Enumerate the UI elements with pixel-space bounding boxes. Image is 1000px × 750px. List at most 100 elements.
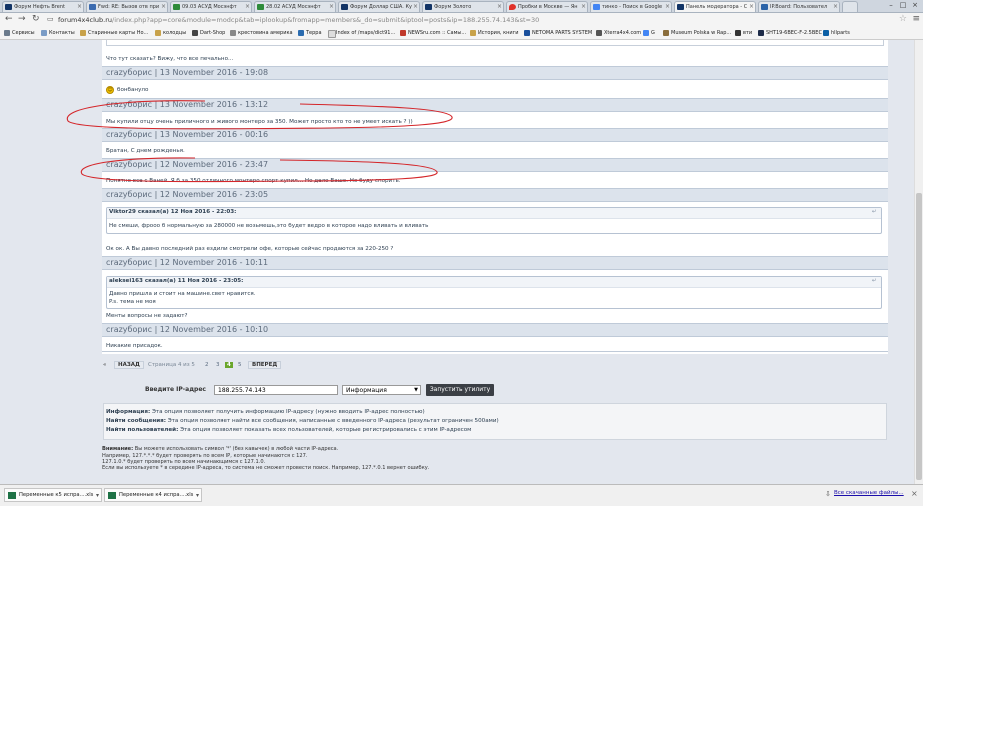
apps-icon — [4, 30, 10, 36]
tab-7[interactable]: Пробки в Москве — Ян × — [506, 1, 588, 12]
bookmark-item[interactable]: вти — [735, 29, 752, 38]
chevron-down-icon[interactable]: ▾ — [96, 489, 99, 501]
first-page-link[interactable]: « — [103, 361, 106, 370]
bookmark-item[interactable]: История, книги — [470, 29, 519, 38]
tab-9-active[interactable]: Панель модератора - С × — [674, 1, 756, 12]
download-item[interactable]: Переменные к4 испра....xls ▾ — [104, 488, 202, 502]
tool-select[interactable]: Информация ▼ — [342, 385, 421, 395]
excel-icon — [257, 4, 264, 10]
scrollbar-thumb[interactable] — [916, 193, 922, 480]
bookmark-item[interactable]: Xterra4x4.com — [596, 29, 641, 38]
address-bar[interactable]: forum4x4club.ru/index.php?app=core&modul… — [58, 15, 908, 25]
site-icon — [663, 30, 669, 36]
mail-icon — [89, 4, 96, 10]
ip-input[interactable] — [214, 385, 338, 395]
tab-3[interactable]: 09.03 АСУД Мосэнфт × — [170, 1, 252, 12]
toolbar: ← → ↻ ▭ forum4x4club.ru/index.php?app=co… — [0, 13, 923, 29]
bookmark-item[interactable]: NETOMA PARTS SYSTEM — [524, 29, 592, 38]
info-line: Найти сообщения: Эта опция позволяет най… — [106, 418, 499, 424]
menu-icon[interactable]: ≡ — [912, 14, 920, 24]
google-icon — [593, 4, 600, 10]
site-icon — [735, 30, 741, 36]
forward-icon[interactable]: → — [18, 14, 26, 24]
page-link[interactable]: 5 — [238, 361, 242, 370]
close-icon[interactable]: × — [413, 2, 418, 12]
ipboard-icon — [761, 4, 768, 10]
note-line: Если вы используете * в середине IP-адре… — [102, 465, 430, 471]
bookmark-item[interactable]: Dart-Shop — [192, 29, 225, 38]
ip-label: Введите IP-адрес — [145, 386, 206, 393]
google-icon — [643, 30, 649, 36]
next-page-button: ВПЕРЕД — [248, 361, 282, 370]
post-header: crazyборис | 13 November 2016 - 13:12 — [102, 98, 888, 112]
site-icon — [758, 30, 764, 36]
bookmarks-bar: Сервисы Контакты Старинные карты Но... к… — [0, 28, 923, 40]
forum-icon — [425, 4, 432, 10]
page-link[interactable]: 2 — [205, 361, 209, 370]
browser-window: Форум Нефть Brent × Fwd: RE: Вызов отв пр… — [0, 0, 923, 506]
close-icon[interactable]: × — [161, 2, 166, 12]
quote-box — [106, 40, 884, 46]
folder-icon — [80, 30, 86, 36]
quote-text: Не смеши, фрооо б нормальную за 280000 н… — [109, 223, 429, 229]
post-header: crazyборис | 12 November 2016 - 10:10 — [102, 323, 888, 337]
post-text: Понятно все с Ваней. Я б за 350 отличног… — [106, 178, 401, 184]
tab-8[interactable]: тинко - Поиск в Google × — [590, 1, 672, 12]
close-icon[interactable]: × — [77, 2, 82, 12]
close-icon[interactable]: × — [833, 2, 838, 12]
bookmark-item[interactable]: Старинные карты Но... — [80, 29, 148, 38]
bookmark-item[interactable]: SHT19-6BEC-F-2.5BEC — [758, 29, 822, 38]
close-icon[interactable]: × — [329, 2, 334, 12]
new-tab-button[interactable] — [842, 1, 858, 12]
tab-4[interactable]: 28.02 АСУД Мосэнфт × — [254, 1, 336, 12]
tab-6[interactable]: Форум Золото × — [422, 1, 504, 12]
tab-strip: Форум Нефть Brent × Fwd: RE: Вызов отв пр… — [0, 0, 923, 13]
close-icon[interactable]: × — [665, 2, 670, 12]
site-icon — [298, 30, 304, 36]
bookmark-item[interactable]: Терра — [298, 29, 322, 38]
show-all-downloads-link[interactable]: Все скачанные файлы... — [834, 490, 904, 496]
close-window-icon[interactable]: × — [910, 1, 920, 9]
prev-page-button: НАЗАД — [114, 361, 144, 370]
forum-icon — [341, 4, 348, 10]
tab-10[interactable]: IP.Board: Пользовател × — [758, 1, 840, 12]
post-text: Никакие присадок. — [106, 343, 163, 349]
info-line: Информация: Эта опция позволяет получить… — [106, 409, 425, 415]
bookmark-item[interactable]: hllparts — [823, 29, 850, 38]
download-item[interactable]: Переменные к5 испра....xls ▾ — [4, 488, 102, 502]
post-text: бонбануло — [117, 87, 149, 93]
tab-2[interactable]: Fwd: RE: Вызов отв при × — [86, 1, 168, 12]
quote-link-icon[interactable]: ↵ — [872, 209, 877, 215]
bookmark-item[interactable]: Сервисы — [4, 29, 35, 38]
bookmark-item[interactable]: крестовина америка — [230, 29, 293, 38]
bookmark-item[interactable]: Контакты — [41, 29, 75, 38]
close-icon[interactable]: × — [497, 2, 502, 12]
page-icon: ▭ — [47, 15, 54, 23]
close-icon[interactable]: × — [245, 2, 250, 12]
reload-icon[interactable]: ↻ — [32, 14, 40, 24]
bookmark-star-icon[interactable]: ☆ — [899, 14, 907, 24]
back-icon[interactable]: ← — [5, 14, 13, 24]
bookmark-item[interactable]: Index of /maps/dict91... — [328, 29, 395, 38]
bookmark-item[interactable]: Museum Polska w Rap... — [663, 29, 731, 38]
forum-icon — [677, 4, 684, 10]
bookmark-item[interactable]: G — [643, 29, 655, 38]
smiley-icon: ☺ — [106, 86, 114, 94]
maximize-icon[interactable]: □ — [898, 1, 908, 9]
close-icon[interactable]: × — [581, 2, 586, 12]
chevron-down-icon[interactable]: ▾ — [196, 489, 199, 501]
bookmark-item[interactable]: NEWSru.com :: Самы... — [400, 29, 466, 38]
tab-5[interactable]: Форум Доллар США. Ку × — [338, 1, 420, 12]
run-tool-button[interactable]: Запустить утилиту — [426, 384, 494, 396]
bookmark-item[interactable]: колодцы — [155, 29, 186, 38]
quote-link-icon[interactable]: ↵ — [872, 278, 877, 284]
current-page: 4 — [225, 362, 233, 368]
close-icon[interactable]: × — [911, 489, 918, 498]
minimize-icon[interactable]: – — [886, 1, 896, 9]
note-line: Внимание: Вы можете использовать символ … — [102, 446, 339, 452]
tab-1[interactable]: Форум Нефть Brent × — [2, 1, 84, 12]
post-text: Ок ок. А Вы давно последний раз ездили с… — [106, 246, 394, 252]
site-icon — [823, 30, 829, 36]
page-link[interactable]: 3 — [216, 361, 220, 370]
close-icon[interactable]: × — [749, 2, 754, 12]
